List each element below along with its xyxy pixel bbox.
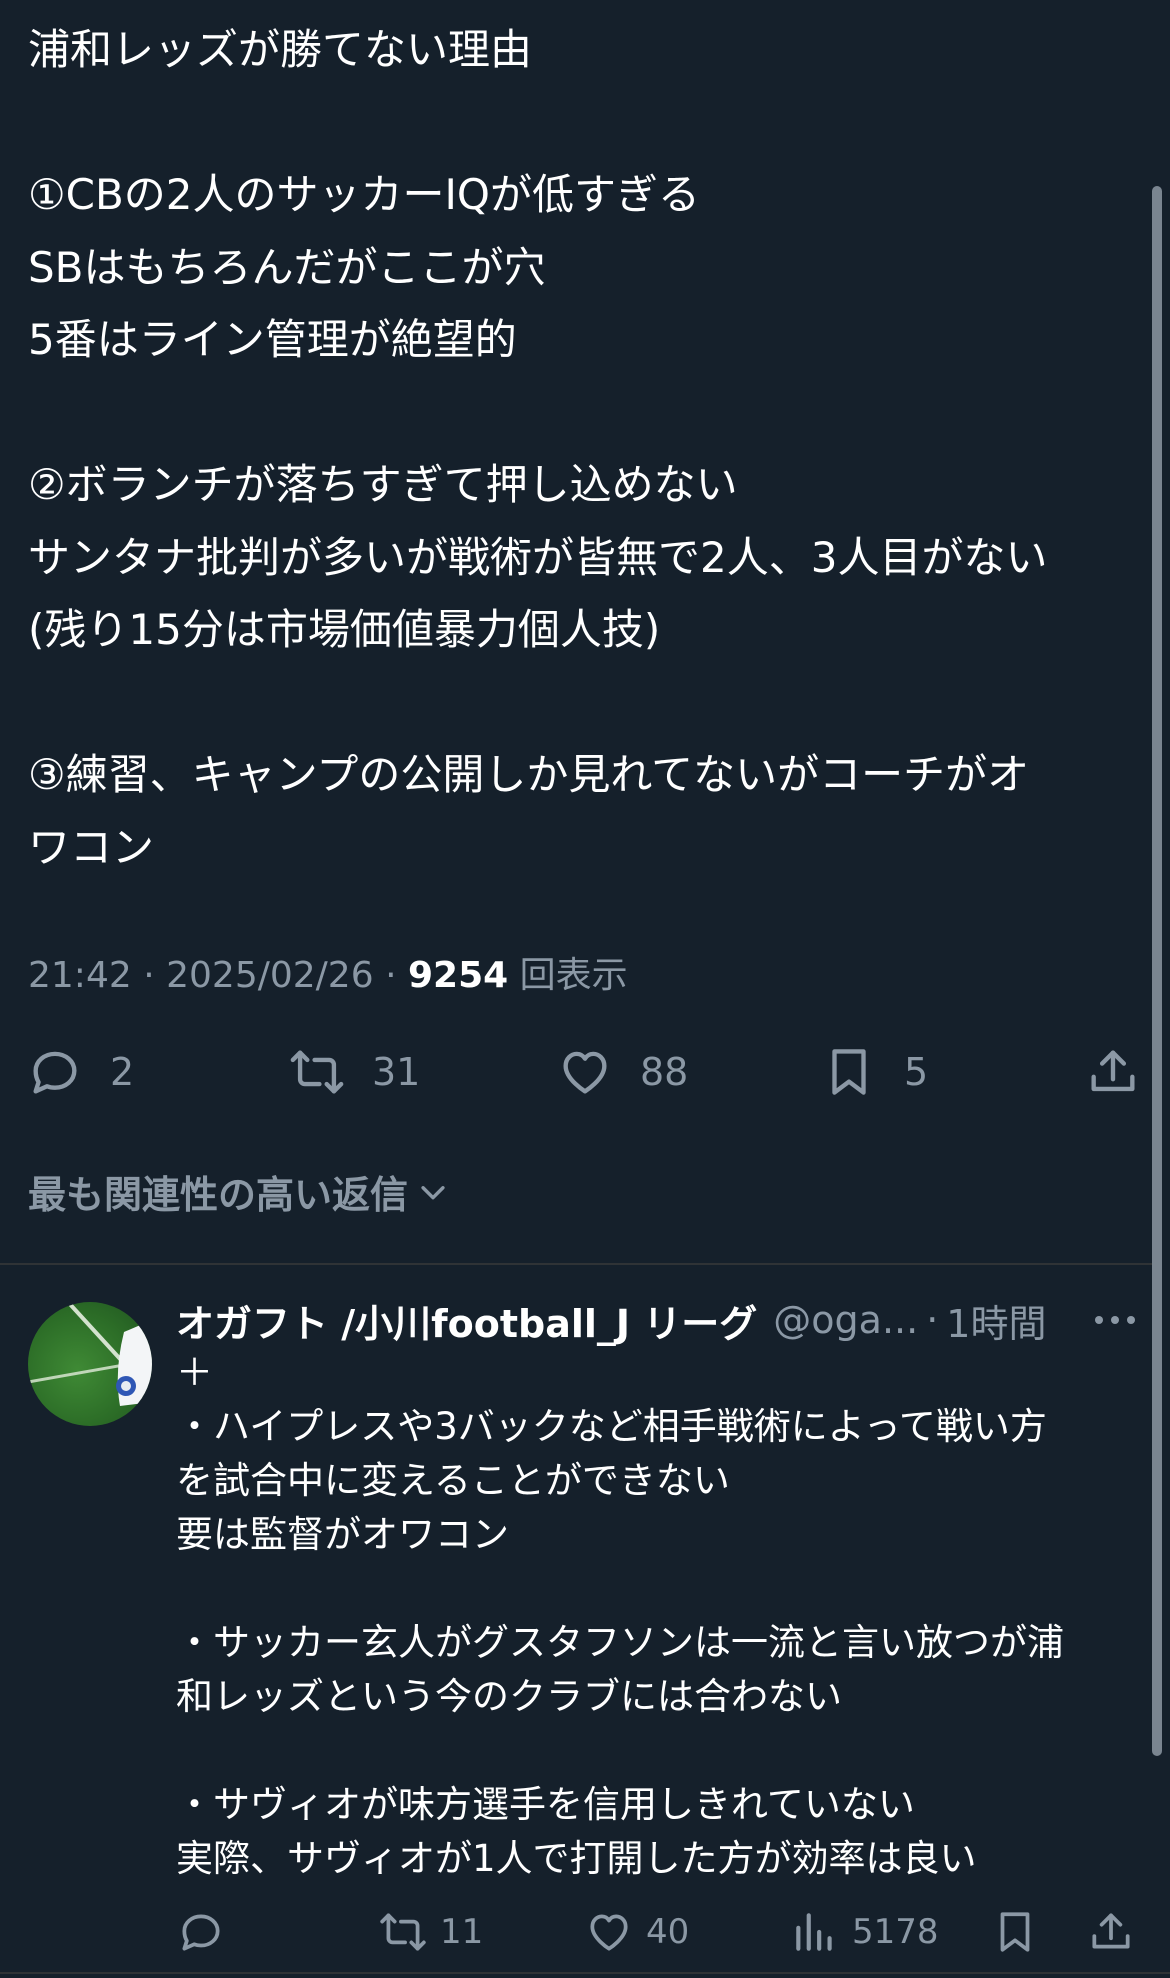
- reply-separator: ·: [926, 1298, 939, 1342]
- tweet-date: 2025/02/26: [166, 955, 374, 996]
- retweet-count: 31: [372, 1050, 421, 1094]
- tweet-line: [28, 667, 1128, 740]
- reply-retweet-button[interactable]: 11: [378, 1904, 483, 1960]
- reply-line: [176, 1562, 1136, 1616]
- share-icon: [1092, 1913, 1130, 1949]
- like-icon: [590, 1914, 628, 1951]
- reply-sort-selector[interactable]: 最も関連性の高い返信: [28, 1164, 450, 1219]
- more-icon[interactable]: [1092, 1302, 1138, 1338]
- reply-line: を試合中に変えることができない: [176, 1459, 730, 1502]
- meta-separator: ·: [143, 955, 155, 996]
- reply-line: [176, 1724, 1136, 1778]
- reply-line: 和レッズという今のクラブには合わない: [176, 1675, 842, 1718]
- chevron-down-icon: [421, 1185, 445, 1199]
- tweet-action-bar: 2 31 88 5: [0, 1040, 1170, 1104]
- like-count: 88: [640, 1050, 689, 1094]
- like-button[interactable]: 88: [556, 1040, 688, 1104]
- reply-sort-label: 最も関連性の高い返信: [28, 1173, 409, 1217]
- reply-retweet-count: 11: [440, 1912, 484, 1952]
- tweet-line: (残り15分は市場価値暴力個人技): [28, 605, 661, 654]
- tweet-line: [28, 377, 1128, 450]
- scrollbar[interactable]: [1152, 186, 1162, 1756]
- reply-action-bar: 11 40 5178: [0, 1904, 1170, 1960]
- tweet-line: サンタナ批判が多いが戦術が皆無で2人、3人目がない: [28, 532, 1048, 582]
- avatar[interactable]: [28, 1302, 152, 1426]
- tweet-line: SBはもちろんだがここが穴: [28, 242, 546, 292]
- reply-line: ＋: [176, 1351, 213, 1394]
- reply-like-count: 40: [646, 1912, 690, 1952]
- retweet-icon: [380, 1913, 426, 1951]
- reply-icon: [182, 1914, 220, 1951]
- divider: [0, 1263, 1152, 1265]
- tweet-line: 5番はライン管理が絶望的: [28, 315, 517, 364]
- reply-time[interactable]: 1時間: [946, 1293, 1046, 1348]
- bookmark-count: 5: [904, 1050, 929, 1094]
- analytics-icon: [796, 1913, 832, 1951]
- tweet-line: ③練習、キャンプの公開しか見れてないがコーチがオ: [28, 750, 1030, 799]
- views-label: 回表示: [519, 955, 628, 996]
- tweet-line: ワコン: [28, 822, 155, 872]
- tweet-detail-page: 浦和レッズが勝てない理由 ①CBの2人のサッカーIQが低すぎる SBはもちろんだ…: [0, 0, 1170, 1978]
- reply-header: オガフト /小川football_J リーグ @oga... · 1時間: [176, 1292, 1146, 1348]
- reply-views-button[interactable]: 5178: [790, 1904, 939, 1960]
- reply-like-button[interactable]: 40: [584, 1904, 689, 1960]
- reply-line: 実際、サヴィオが1人で打開した方が効率は良い: [176, 1837, 977, 1880]
- meta-separator: ·: [385, 955, 397, 996]
- divider: [0, 1972, 1170, 1974]
- tweet-line: ②ボランチが落ちすぎて押し込めない: [28, 460, 738, 509]
- share-button[interactable]: [1084, 1040, 1142, 1104]
- reply-count: 2: [110, 1050, 135, 1094]
- reply-share-button[interactable]: [1086, 1904, 1136, 1960]
- tweet-line: [28, 87, 1128, 160]
- reply-author-name[interactable]: オガフト /小川football_J リーグ: [176, 1293, 757, 1348]
- tweet-line: ①CBの2人のサッカーIQが低すぎる: [28, 170, 700, 219]
- views-count[interactable]: 9254: [408, 955, 508, 996]
- retweet-button[interactable]: 31: [288, 1040, 420, 1104]
- share-icon: [1091, 1050, 1135, 1092]
- tweet-line: 浦和レッズが勝てない理由: [28, 25, 533, 74]
- reply-views-count: 5178: [852, 1912, 939, 1952]
- reply-line: ・ハイプレスや3バックなど相手戦術によって戦い方: [176, 1405, 1047, 1448]
- like-icon: [563, 1051, 607, 1094]
- reply-author-handle[interactable]: @oga...: [773, 1298, 918, 1342]
- bookmark-icon: [1000, 1912, 1030, 1952]
- reply-icon: [33, 1051, 77, 1094]
- reply-line: ・サッカー玄人がグスタフソンは一流と言い放つが浦: [176, 1621, 1064, 1664]
- tweet-time: 21:42: [28, 955, 132, 996]
- avatar-image: [28, 1302, 152, 1406]
- bookmark-button[interactable]: 5: [820, 1040, 928, 1104]
- reply-body: ＋ ・ハイプレスや3バックなど相手戦術によって戦い方 を試合中に変えることができ…: [176, 1346, 1136, 1886]
- tweet-meta: 21:42 · 2025/02/26 · 9254 回表示: [28, 946, 628, 998]
- reply-line: 要は監督がオワコン: [176, 1513, 509, 1556]
- reply-button[interactable]: 2: [26, 1040, 134, 1104]
- bookmark-icon: [832, 1049, 866, 1095]
- reply-line: ・サヴィオが味方選手を信用しきれていない: [176, 1783, 915, 1826]
- reply-reply-button[interactable]: [176, 1904, 226, 1960]
- tweet-body: 浦和レッズが勝てない理由 ①CBの2人のサッカーIQが低すぎる SBはもちろんだ…: [28, 14, 1128, 884]
- reply-bookmark-button[interactable]: [990, 1904, 1040, 1960]
- retweet-icon: [290, 1050, 344, 1094]
